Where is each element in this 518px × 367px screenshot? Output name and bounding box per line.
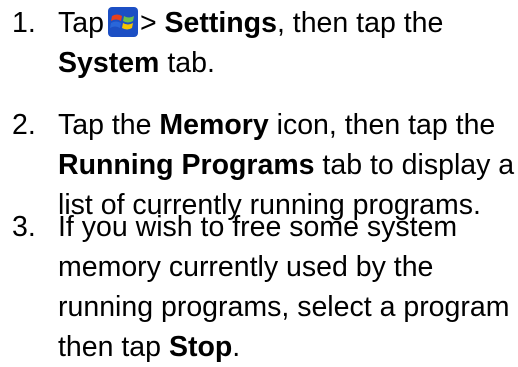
text-then-tap: , then tap the	[276, 7, 444, 39]
text-gt: >	[139, 7, 165, 39]
text-tap-the: Tap the	[58, 109, 160, 141]
step-line: If you wish to free some system	[58, 211, 458, 243]
step-line: System tab.	[58, 43, 512, 83]
text-icon-then-tap: icon, then tap the	[268, 109, 496, 141]
step-line: Running Programs tab to display a	[58, 145, 515, 185]
step-line: Tap > Settings, then tap the	[58, 3, 512, 43]
text-tab: tab.	[159, 47, 215, 79]
settings-label: Settings	[164, 7, 277, 39]
step-line: running programs, select a program	[58, 291, 510, 323]
windows-start-icon	[107, 7, 138, 37]
step-text: Tap > Settings, then tap the System tab.	[58, 3, 512, 83]
step-line: memory currently used by the	[58, 251, 434, 283]
instruction-document: 1. Tap > Settings, then tap the System t…	[0, 0, 518, 367]
text-tap: Tap	[58, 7, 104, 39]
running-programs-label: Running Programs	[58, 149, 315, 181]
step-number: 2.	[12, 109, 36, 141]
step-line: Tap the Memory icon, then tap the	[58, 105, 512, 145]
step-text: If you wish to free some system memory c…	[58, 207, 512, 367]
text-period: .	[232, 331, 241, 363]
text-tab-to-display: tab to display a	[314, 149, 515, 181]
step-line: then tap Stop.	[58, 327, 512, 367]
stop-label: Stop	[168, 331, 233, 363]
text-then-tap: then tap	[58, 331, 169, 363]
system-label: System	[58, 47, 160, 79]
step-number: 3.	[12, 211, 36, 243]
memory-label: Memory	[159, 109, 269, 141]
step-number: 1.	[12, 7, 36, 39]
